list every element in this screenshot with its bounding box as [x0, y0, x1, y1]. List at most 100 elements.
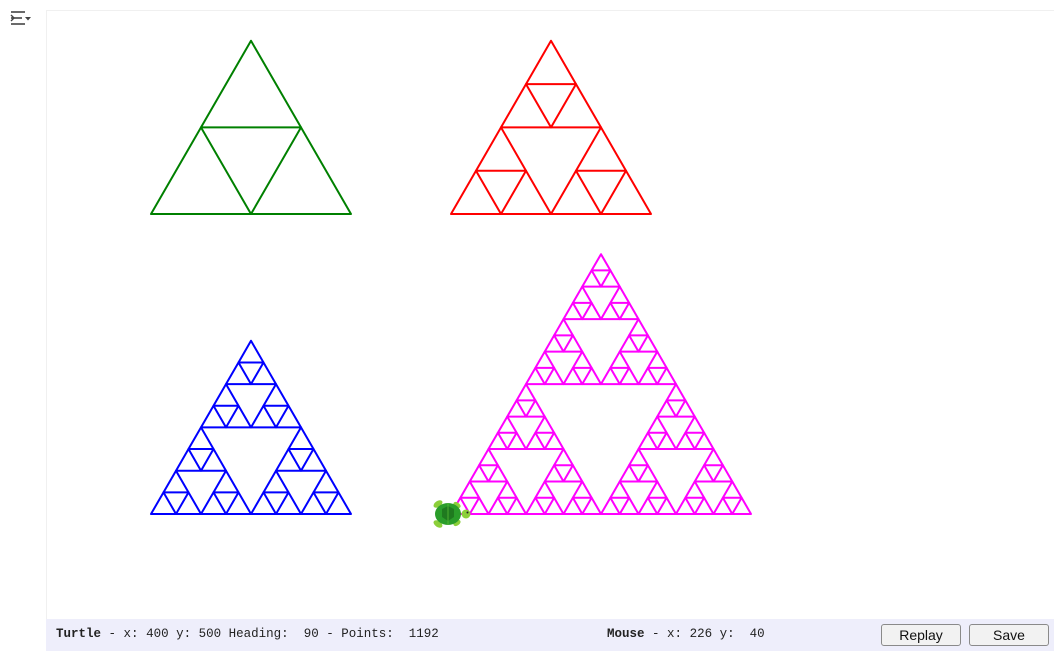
mouse-status-label: Mouse	[607, 627, 645, 641]
triangle-segment	[684, 415, 706, 434]
triangle-segment	[543, 464, 565, 483]
mouse-x-value: 226	[689, 627, 713, 641]
triangle-segment	[506, 496, 527, 515]
triangle-segment	[656, 496, 677, 515]
triangle-segment	[500, 83, 552, 129]
triangle-segment	[150, 491, 177, 515]
triangle-segment	[562, 301, 584, 321]
triangle-segment	[487, 464, 509, 483]
triangle-segment	[275, 448, 302, 472]
sierpinski-green	[150, 39, 352, 215]
triangle-segment	[600, 269, 621, 288]
triangle-segment	[275, 491, 302, 515]
triangle-segment	[225, 361, 252, 386]
triangle-segment	[562, 496, 584, 515]
triangle-segment	[562, 464, 584, 483]
turtle-y-value: 500	[198, 627, 222, 641]
turtle-output-panel: Turtle - x: 400 y: 500 Heading: 90 - Poi…	[0, 0, 1061, 657]
triangle-segment	[618, 366, 640, 386]
sierpinski-magenta	[450, 253, 752, 515]
triangle-segment	[684, 480, 706, 499]
triangle-segment	[581, 496, 602, 515]
triangle-segment	[300, 491, 327, 515]
triangle-segment	[200, 491, 227, 515]
triangle-segment	[212, 383, 240, 407]
triangle-segment	[600, 169, 652, 215]
heading-value: 90	[303, 627, 319, 641]
triangle-segment	[637, 464, 659, 483]
mouse-y-value: 40	[749, 627, 765, 641]
triangle-segment	[609, 350, 631, 369]
triangle-segment	[212, 469, 240, 494]
triangle-segment	[496, 415, 518, 434]
triangle-segment	[534, 480, 556, 499]
triangle-segment	[200, 39, 302, 129]
triangle-segment	[600, 366, 621, 386]
triangle-segment	[459, 480, 481, 499]
points-label: Points:	[341, 627, 394, 641]
collapse-output-icon[interactable]	[10, 9, 32, 29]
mouse-status: Mouse - x: 226 y: 40	[607, 627, 765, 641]
triangle-segment	[325, 491, 352, 515]
triangle-segment	[250, 126, 352, 215]
triangle-segment	[237, 339, 265, 364]
triangle-segment	[581, 269, 602, 288]
triangle-segment	[571, 285, 593, 304]
triangle-segment	[300, 448, 327, 472]
save-button[interactable]: Save	[969, 624, 1049, 646]
triangle-segment	[637, 431, 659, 451]
status-bar: Turtle - x: 400 y: 500 Heading: 90 - Poi…	[46, 619, 1054, 651]
triangle-segment	[534, 415, 556, 434]
triangle-segment	[646, 350, 668, 369]
mouse-y-label: y:	[719, 627, 735, 641]
triangle-segment	[637, 334, 659, 353]
triangle-segment	[468, 464, 490, 483]
triangle-segment	[618, 496, 640, 515]
triangle-segment	[646, 480, 668, 499]
turtle-y-label: y:	[176, 627, 192, 641]
triangle-segment	[600, 301, 621, 321]
triangle-segment	[175, 491, 202, 515]
heading-label: Heading:	[228, 627, 289, 641]
triangle-segment	[609, 285, 631, 304]
triangle-segment	[562, 366, 584, 386]
triangle-segment	[525, 431, 546, 451]
triangle-segment	[590, 253, 612, 272]
triangle-segment	[618, 334, 640, 353]
triangle-segment	[656, 366, 677, 386]
sierpinski-red	[450, 39, 652, 215]
triangle-segment	[525, 39, 577, 86]
turtle-x-label: x:	[123, 627, 139, 641]
triangle-segment	[646, 415, 668, 434]
triangle-segment	[525, 399, 546, 418]
triangle-segment	[250, 491, 277, 515]
replay-button[interactable]: Replay	[881, 624, 961, 646]
triangle-segment	[312, 469, 340, 494]
triangle-segment	[515, 383, 537, 402]
triangle-segment	[675, 399, 696, 418]
triangle-segment	[665, 383, 687, 402]
triangle-segment	[225, 491, 252, 515]
triangle-segment	[225, 404, 252, 429]
triangle-segment	[543, 334, 565, 353]
triangle-segment	[581, 301, 602, 321]
turtle-canvas[interactable]	[46, 10, 1054, 619]
triangle-segment	[575, 126, 627, 172]
triangle-segment	[475, 126, 527, 172]
triangle-segment	[543, 496, 565, 515]
triangle-segment	[675, 496, 696, 515]
triangle-segment	[496, 480, 518, 499]
triangle-segment	[162, 469, 190, 494]
triangle-segment	[200, 448, 227, 472]
triangle-segment	[275, 404, 302, 429]
triangle-segment	[693, 464, 715, 483]
triangle-segment	[543, 431, 565, 451]
triangle-segment	[550, 169, 602, 215]
triangle-segment	[175, 448, 202, 472]
triangle-segment	[693, 431, 715, 451]
triangle-segment	[562, 334, 584, 353]
triangle-segment	[550, 83, 602, 129]
triangle-segment	[721, 480, 743, 499]
triangle-segment	[703, 448, 724, 467]
triangle-segment	[712, 464, 734, 483]
